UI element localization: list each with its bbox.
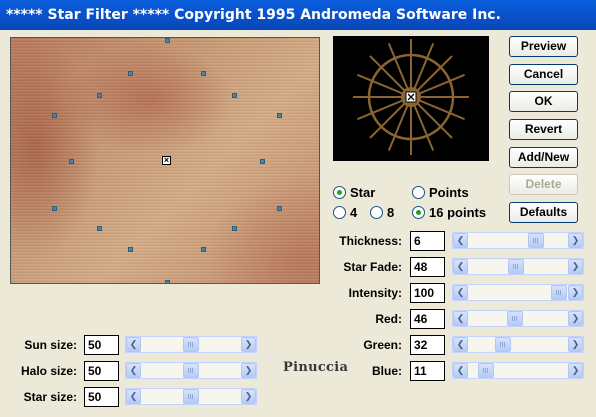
red-label: Red:	[375, 312, 402, 326]
green-field[interactable]: 32	[410, 335, 445, 355]
preview-button[interactable]: Preview	[509, 36, 578, 57]
radio-8[interactable]: 8	[370, 205, 394, 221]
radio-4[interactable]: 4	[333, 205, 357, 221]
green-slider[interactable]: ❮ ❯	[452, 336, 584, 353]
radio-label: Star	[350, 185, 376, 200]
halo-size-slider[interactable]: ❮ ❯	[125, 362, 257, 379]
control-point[interactable]	[128, 71, 133, 76]
green-label: Green:	[363, 338, 402, 352]
star-shape-graphic	[353, 39, 469, 155]
arrow-right-icon[interactable]: ❯	[241, 337, 256, 352]
radio-points[interactable]: Points	[412, 185, 469, 201]
control-point[interactable]	[260, 159, 265, 164]
arrow-left-icon[interactable]: ❮	[453, 259, 468, 274]
delete-button[interactable]: Delete	[509, 174, 578, 195]
sun-size-slider[interactable]: ❮ ❯	[125, 336, 257, 353]
blue-field[interactable]: 11	[410, 361, 445, 381]
arrow-right-icon[interactable]: ❯	[568, 233, 583, 248]
defaults-button[interactable]: Defaults	[509, 202, 578, 223]
control-point[interactable]	[52, 206, 57, 211]
radio-label: Points	[429, 185, 469, 200]
slider-thumb[interactable]	[183, 363, 199, 378]
blue-slider[interactable]: ❮ ❯	[452, 362, 584, 379]
halo-size-label: Halo size:	[20, 364, 77, 378]
star-fade-field[interactable]: 48	[410, 257, 445, 277]
star-size-slider[interactable]: ❮ ❯	[125, 388, 257, 405]
radio-indicator	[333, 186, 346, 199]
red-slider[interactable]: ❮ ❯	[452, 310, 584, 327]
arrow-right-icon[interactable]: ❯	[568, 337, 583, 352]
control-point[interactable]	[232, 93, 237, 98]
slider-thumb[interactable]	[551, 285, 567, 300]
arrow-left-icon[interactable]: ❮	[126, 389, 141, 404]
thickness-field[interactable]: 6	[410, 231, 445, 251]
radio-label: 8	[387, 205, 395, 220]
revert-button[interactable]: Revert	[509, 119, 578, 140]
slider-thumb[interactable]	[183, 389, 199, 404]
arrow-right-icon[interactable]: ❯	[241, 389, 256, 404]
slider-thumb[interactable]	[478, 363, 495, 378]
arrow-left-icon[interactable]: ❮	[126, 337, 141, 352]
radio-indicator	[333, 206, 346, 219]
control-point[interactable]	[97, 93, 102, 98]
intensity-field[interactable]: 100	[410, 283, 445, 303]
intensity-label: Intensity:	[348, 286, 402, 300]
control-point[interactable]	[69, 159, 74, 164]
arrow-right-icon[interactable]: ❯	[568, 311, 583, 326]
star-shape-preview	[333, 36, 489, 161]
radio-star[interactable]: Star	[333, 185, 375, 201]
control-point[interactable]	[52, 113, 57, 118]
control-point[interactable]	[165, 280, 170, 283]
arrow-right-icon[interactable]: ❯	[568, 259, 583, 274]
image-preview[interactable]: ×	[10, 37, 320, 284]
star-size-label: Star size:	[23, 390, 77, 404]
radio-label: 16 points	[429, 205, 487, 220]
arrow-right-icon[interactable]: ❯	[568, 363, 583, 378]
radio-indicator	[412, 206, 425, 219]
control-point[interactable]	[201, 247, 206, 252]
cancel-button[interactable]: Cancel	[509, 64, 578, 85]
radio-label: 4	[350, 205, 358, 220]
radio-indicator	[370, 206, 383, 219]
sun-size-field[interactable]: 50	[84, 335, 119, 355]
star-fade-label: Star Fade:	[343, 260, 402, 274]
arrow-left-icon[interactable]: ❮	[453, 337, 468, 352]
arrow-right-icon[interactable]: ❯	[241, 363, 256, 378]
arrow-left-icon[interactable]: ❮	[126, 363, 141, 378]
star-size-field[interactable]: 50	[84, 387, 119, 407]
sun-size-label: Sun size:	[24, 338, 77, 352]
halo-size-field[interactable]: 50	[84, 361, 119, 381]
control-point[interactable]	[201, 71, 206, 76]
arrow-left-icon[interactable]: ❮	[453, 363, 468, 378]
control-point[interactable]	[277, 206, 282, 211]
red-field[interactable]: 46	[410, 309, 445, 329]
control-point[interactable]	[165, 38, 170, 43]
ok-button[interactable]: OK	[509, 91, 578, 112]
arrow-left-icon[interactable]: ❮	[453, 233, 468, 248]
radio-indicator	[412, 186, 425, 199]
watermark-signature: Pinuccia	[283, 360, 349, 375]
slider-thumb[interactable]	[506, 311, 523, 326]
arrow-right-icon[interactable]: ❯	[568, 285, 583, 300]
control-point[interactable]	[128, 247, 133, 252]
slider-thumb[interactable]	[495, 337, 512, 352]
control-point[interactable]	[97, 226, 102, 231]
radio-16-points[interactable]: 16 points	[412, 205, 486, 221]
slider-thumb[interactable]	[183, 337, 199, 352]
star-fade-slider[interactable]: ❮ ❯	[452, 258, 584, 275]
arrow-left-icon[interactable]: ❮	[453, 311, 468, 326]
control-point[interactable]	[232, 226, 237, 231]
slider-thumb[interactable]	[528, 233, 545, 248]
intensity-slider[interactable]: ❮ ❯	[452, 284, 584, 301]
window-title: ***** Star Filter ***** Copyright 1995 A…	[0, 0, 596, 30]
thickness-label: Thickness:	[339, 234, 402, 248]
slider-thumb[interactable]	[508, 259, 525, 274]
thickness-slider[interactable]: ❮ ❯	[452, 232, 584, 249]
arrow-left-icon[interactable]: ❮	[453, 285, 468, 300]
add-new-button[interactable]: Add/New	[509, 147, 578, 168]
star-center-marker[interactable]: ×	[162, 156, 171, 165]
control-point[interactable]	[277, 113, 282, 118]
